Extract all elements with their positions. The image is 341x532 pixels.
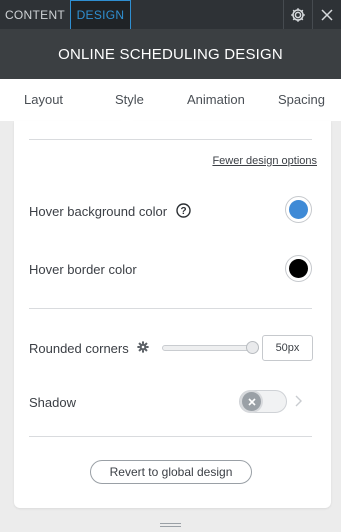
tab-style[interactable]: Style — [115, 92, 144, 107]
style-panel: Fewer design options Hover background co… — [14, 121, 331, 508]
chevron-right-icon[interactable] — [295, 394, 302, 412]
rounded-corners-slider-thumb[interactable] — [246, 341, 259, 354]
gear-icon[interactable] — [137, 341, 149, 356]
close-icon — [321, 8, 333, 21]
divider — [29, 436, 312, 437]
resize-grip-icon[interactable] — [160, 523, 181, 529]
hover-border-color-swatch[interactable] — [285, 255, 312, 282]
top-bar-spacer — [131, 0, 283, 29]
hover-border-color-dot — [289, 259, 308, 278]
hover-background-color-dot — [289, 200, 308, 219]
toggle-knob — [242, 392, 261, 411]
gear-icon — [290, 7, 306, 23]
tab-content[interactable]: CONTENT — [0, 0, 70, 29]
tab-design[interactable]: DESIGN — [70, 0, 131, 29]
close-button[interactable] — [312, 0, 341, 29]
panel-title: ONLINE SCHEDULING DESIGN — [0, 29, 341, 79]
panel-title-text: ONLINE SCHEDULING DESIGN — [58, 45, 283, 63]
close-icon — [247, 393, 256, 411]
settings-button[interactable] — [283, 0, 312, 29]
design-sub-tabs: Layout Style Animation Spacing — [0, 79, 341, 121]
rounded-corners-label: Rounded corners — [29, 341, 129, 356]
hover-background-label: Hover background color — [29, 204, 168, 219]
tab-spacing[interactable]: Spacing — [278, 92, 325, 107]
tab-animation[interactable]: Animation — [187, 92, 245, 107]
hover-background-color-swatch[interactable] — [285, 196, 312, 223]
shadow-toggle[interactable] — [239, 390, 287, 413]
hover-border-label: Hover border color — [29, 262, 137, 277]
active-tab-indicator — [117, 118, 137, 126]
rounded-corners-input[interactable]: 50px — [262, 335, 313, 361]
shadow-label: Shadow — [29, 395, 76, 410]
divider — [29, 139, 312, 140]
help-icon[interactable]: ? — [175, 202, 191, 221]
tab-layout[interactable]: Layout — [24, 92, 63, 107]
divider — [29, 308, 312, 309]
rounded-corners-row: Rounded corners — [29, 341, 149, 356]
revert-to-global-design-button[interactable]: Revert to global design — [90, 460, 252, 484]
hover-background-row: Hover background color ? — [29, 202, 191, 221]
fewer-design-options-link[interactable]: Fewer design options — [212, 155, 317, 167]
rounded-corners-slider-track[interactable] — [162, 345, 259, 351]
svg-text:?: ? — [180, 206, 186, 217]
top-tab-bar: CONTENT DESIGN — [0, 0, 341, 29]
